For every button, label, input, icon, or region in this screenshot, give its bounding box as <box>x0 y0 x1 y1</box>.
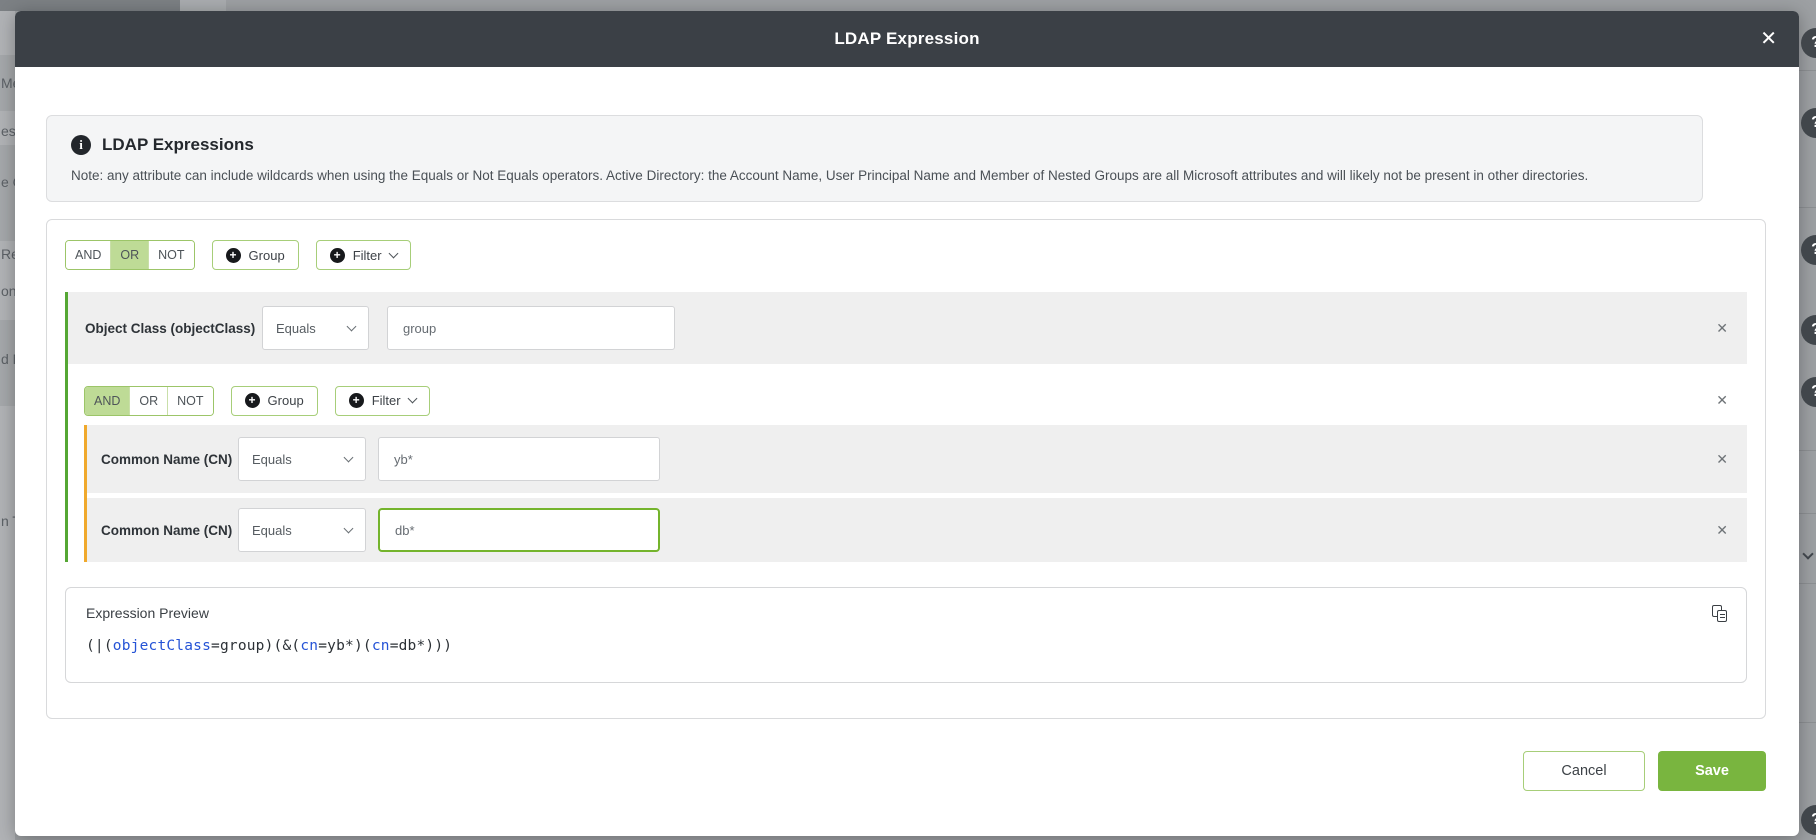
outer-group-toolbar: AND OR NOT + Group + Filter <box>65 240 1747 270</box>
expression-preview: Expression Preview (|(objectClass=group)… <box>65 587 1747 683</box>
add-filter-label: Filter <box>353 248 382 263</box>
info-box-note: Note: any attribute can include wildcard… <box>71 168 1678 183</box>
background-fragment: n T <box>1 513 15 529</box>
info-icon: i <box>71 135 91 155</box>
remove-filter-button[interactable]: ✕ <box>1712 449 1732 470</box>
expression-plain: =yb*)( <box>318 638 372 654</box>
attribute-label: Object Class (objectClass) <box>85 321 262 336</box>
filter-row-cn-2: Common Name (CN) Equals ✕ <box>87 498 1747 562</box>
add-filter-button[interactable]: + Filter <box>316 240 411 270</box>
divider <box>1799 583 1816 584</box>
save-button[interactable]: Save <box>1658 751 1766 791</box>
close-icon[interactable]: ✕ <box>1760 29 1777 49</box>
background-fragment: e C <box>1 174 15 190</box>
expression-attribute: cn <box>372 638 390 654</box>
plus-icon: + <box>330 248 345 263</box>
copy-icon-front <box>1717 610 1727 622</box>
background-bottom-strip <box>0 836 1816 840</box>
background-fragment: Me <box>1 75 15 91</box>
copy-icon[interactable] <box>1712 605 1727 622</box>
operator-select-value: Equals <box>252 452 292 467</box>
divider <box>1799 70 1816 71</box>
expression-preview-label: Expression Preview <box>86 605 1726 621</box>
nested-group: AND OR NOT + Group + Filter <box>68 377 1747 562</box>
cancel-button[interactable]: Cancel <box>1523 751 1645 791</box>
background-fragment: d M <box>1 351 15 367</box>
operator-not-button[interactable]: NOT <box>149 241 193 269</box>
value-input[interactable] <box>378 437 660 481</box>
filter-row-objectclass: Object Class (objectClass) Equals ✕ <box>68 292 1747 364</box>
outer-group-children: Object Class (objectClass) Equals ✕ AND … <box>65 292 1747 562</box>
outer-operator-toggle: AND OR NOT <box>65 240 195 270</box>
filter-row-cn-1: Common Name (CN) Equals ✕ <box>87 425 1747 493</box>
add-filter-label: Filter <box>372 393 401 408</box>
operator-select-value: Equals <box>276 321 316 336</box>
chevron-down-icon <box>347 321 357 331</box>
expression-plain: (|( <box>86 638 113 654</box>
attribute-label: Common Name (CN) <box>101 452 238 467</box>
background-fragment: Re <box>1 246 15 262</box>
add-group-button[interactable]: + Group <box>212 240 299 270</box>
operator-or-button[interactable]: OR <box>111 241 149 269</box>
info-box: i LDAP Expressions Note: any attribute c… <box>46 115 1703 202</box>
expression-builder: AND OR NOT + Group + Filter Object Class… <box>46 219 1766 719</box>
operator-select-value: Equals <box>252 523 292 538</box>
plus-icon: + <box>245 393 260 408</box>
expression-attribute: cn <box>300 638 318 654</box>
chevron-down-icon <box>407 394 417 404</box>
divider <box>1799 207 1816 208</box>
background-dark-tab <box>0 0 180 11</box>
background-top-strip <box>0 0 1816 11</box>
chevron-down-icon <box>388 248 398 258</box>
operator-select[interactable]: Equals <box>262 306 369 350</box>
add-filter-button[interactable]: + Filter <box>335 386 430 416</box>
modal-title: LDAP Expression <box>834 29 979 49</box>
plus-icon: + <box>226 248 241 263</box>
operator-select[interactable]: Equals <box>238 437 366 481</box>
background-left-strip: Me es e C Re on d M n T <box>0 11 15 840</box>
background-fragment: es <box>1 123 15 139</box>
attribute-label: Common Name (CN) <box>101 523 238 538</box>
remove-group-button[interactable]: ✕ <box>1712 390 1732 411</box>
remove-filter-button[interactable]: ✕ <box>1712 318 1732 339</box>
expression-attribute: objectClass <box>113 638 211 654</box>
background-fragment: on <box>1 283 15 299</box>
operator-and-button[interactable]: AND <box>85 387 130 415</box>
divider <box>1799 513 1816 514</box>
info-box-title: LDAP Expressions <box>102 135 254 155</box>
divider <box>1799 450 1816 451</box>
operator-and-button[interactable]: AND <box>66 241 111 269</box>
remove-filter-button[interactable]: ✕ <box>1712 520 1732 541</box>
chevron-down-icon <box>344 523 354 533</box>
nested-group-toolbar: AND OR NOT + Group + Filter <box>84 377 1747 424</box>
expression-plain: =db*))) <box>390 638 453 654</box>
modal-footer: Cancel Save <box>15 751 1766 791</box>
background-band <box>0 145 15 241</box>
add-group-label: Group <box>249 248 285 263</box>
operator-or-button[interactable]: OR <box>130 387 168 415</box>
operator-select[interactable]: Equals <box>238 508 366 552</box>
plus-icon: + <box>349 393 364 408</box>
operator-not-button[interactable]: NOT <box>168 387 212 415</box>
nested-toolbar-buttons: AND OR NOT + Group + Filter <box>84 386 430 416</box>
background-tab-edge <box>180 0 226 11</box>
value-input-focused[interactable] <box>378 508 660 552</box>
divider <box>1799 722 1816 723</box>
expression-plain: =group)(&( <box>211 638 300 654</box>
ldap-expression-modal: LDAP Expression ✕ i LDAP Expressions Not… <box>15 11 1799 836</box>
chevron-down-icon <box>344 452 354 462</box>
modal-header: LDAP Expression ✕ <box>15 11 1799 67</box>
info-box-header: i LDAP Expressions <box>71 135 1678 155</box>
add-group-label: Group <box>268 393 304 408</box>
inner-operator-toggle: AND OR NOT <box>84 386 214 416</box>
add-group-button[interactable]: + Group <box>231 386 318 416</box>
value-input[interactable] <box>387 306 675 350</box>
expression-text: (|(objectClass=group)(&(cn=yb*)(cn=db*))… <box>86 638 1726 654</box>
nested-group-children: Common Name (CN) Equals ✕ Common Name (C… <box>84 425 1747 562</box>
